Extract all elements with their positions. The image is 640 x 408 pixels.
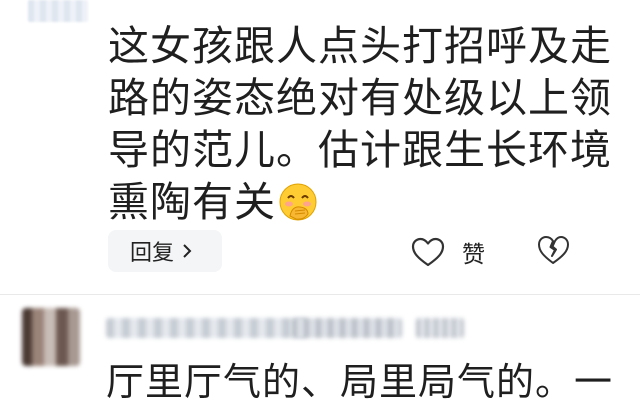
- blurred-username: [28, 0, 88, 22]
- comment-text-block: 这女孩跟人点头打招呼及走路的姿态绝对有处级以上领导的范儿。估计跟生长环境熏陶有关: [108, 20, 628, 228]
- like-button[interactable]: 赞: [410, 232, 485, 272]
- blurred-username: [106, 318, 306, 338]
- broken-heart-icon[interactable]: [536, 234, 570, 266]
- avatar[interactable]: [22, 308, 80, 366]
- blurred-username: [416, 318, 464, 338]
- reply-button[interactable]: 回复: [108, 230, 222, 272]
- heart-icon: [411, 237, 445, 267]
- next-comment-text: 厅里厅气的、局里局气的。一: [106, 360, 614, 404]
- comment-divider: [0, 294, 640, 295]
- like-label: 赞: [462, 242, 485, 268]
- grinning-face-with-hand-over-mouth-icon: [279, 183, 317, 221]
- reply-label: 回复: [130, 241, 175, 266]
- comment-text: 这女孩跟人点头打招呼及走路的姿态绝对有处级以上领导的范儿。估计跟生长环境熏陶有关: [108, 22, 612, 226]
- blurred-username: [292, 318, 402, 338]
- chevron-right-icon: [183, 244, 192, 258]
